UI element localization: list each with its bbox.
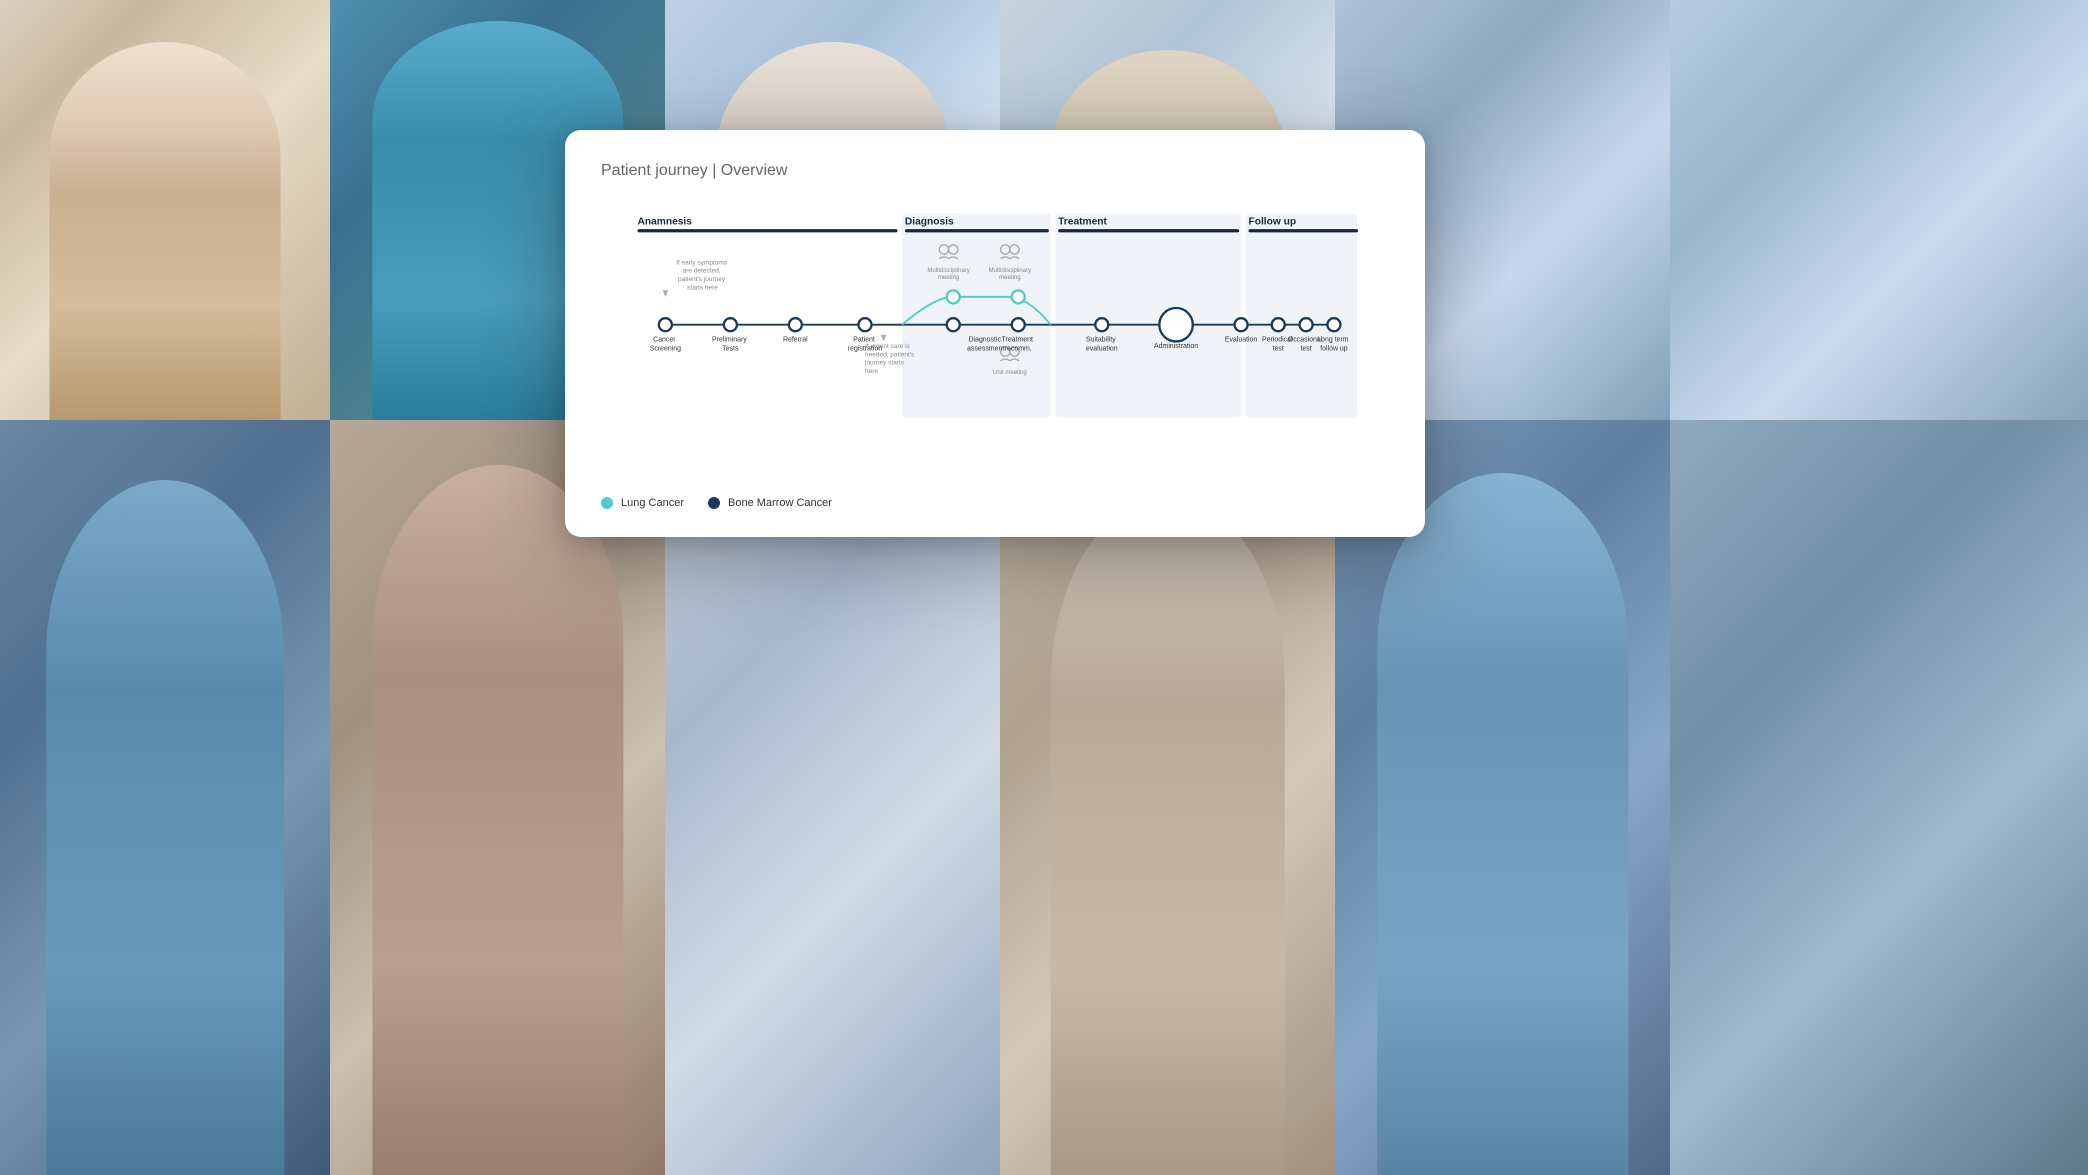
node-cancer-screening [659, 318, 672, 331]
treatment-label: Treatment [1058, 216, 1107, 227]
diagnosis-bar [905, 229, 1049, 232]
svg-text:Multidisciplinary: Multidisciplinary [989, 268, 1031, 274]
photo-bottom-6 [1670, 420, 2088, 1175]
node-referral [789, 318, 802, 331]
followup-label: Follow up [1249, 216, 1297, 227]
node-diagnostic-blue [947, 318, 960, 331]
node-evaluation [1235, 318, 1248, 331]
node-treatment-recomm-teal [1012, 290, 1025, 303]
legend-dot-blue [708, 497, 720, 509]
node-longterm [1327, 318, 1340, 331]
legend-dot-teal [601, 497, 613, 509]
node-administration [1159, 308, 1192, 341]
node-treatment-recomm-blue [1012, 318, 1025, 331]
card-title: Patient journey | Overview [601, 162, 1389, 180]
journey-diagram: Anamnesis Diagnosis Treatment Follow up … [601, 204, 1389, 464]
arrow-early [663, 290, 669, 297]
followup-bar [1249, 229, 1359, 232]
legend-lung-cancer: Lung Cancer [601, 497, 684, 509]
label-referral: Referral [783, 336, 808, 343]
photo-elderly-woman [0, 0, 330, 420]
legend-lung-label: Lung Cancer [621, 497, 684, 509]
followup-bg [1246, 213, 1357, 417]
diagnosis-bg [902, 213, 1051, 417]
node-preliminary-tests [724, 318, 737, 331]
node-patient-registration [859, 318, 872, 331]
anamnesis-label: Anamnesis [638, 216, 693, 227]
treatment-bar [1058, 229, 1239, 232]
label-preliminary-tests: Preliminary Tests [712, 336, 749, 352]
label-cancer-screening: Cancer Screening [650, 336, 681, 352]
label-administration: Administration [1154, 343, 1198, 350]
legend-bone-label: Bone Marrow Cancer [728, 497, 832, 509]
photo-nurse [0, 420, 330, 1175]
legend-bone-marrow: Bone Marrow Cancer [708, 497, 832, 509]
svg-text:meeting: meeting [999, 275, 1020, 281]
label-evaluation: Evaluation [1225, 336, 1258, 343]
treatment-bg [1055, 213, 1241, 417]
anamnesis-bar [638, 229, 898, 232]
patient-journey-card: Patient journey | Overview Anamnesis Dia… [565, 130, 1425, 537]
title-main: Patient journey [601, 162, 708, 179]
svg-text:Unit meeting: Unit meeting [993, 370, 1027, 376]
node-periodical [1272, 318, 1285, 331]
svg-text:Multidisciplinary: Multidisciplinary [927, 268, 969, 274]
photo-top-6 [1670, 0, 2088, 420]
title-separator: | [712, 162, 721, 179]
title-sub: Overview [721, 162, 788, 179]
legend: Lung Cancer Bone Marrow Cancer [601, 485, 1389, 509]
node-suitability [1095, 318, 1108, 331]
svg-text:meeting: meeting [938, 275, 959, 281]
annotation-early: If early symptoms are detected, patient'… [676, 259, 729, 291]
node-diagnostic-teal [947, 290, 960, 303]
diagnosis-label: Diagnosis [905, 216, 954, 227]
arrow-urgent [881, 335, 887, 342]
node-occasional [1300, 318, 1313, 331]
